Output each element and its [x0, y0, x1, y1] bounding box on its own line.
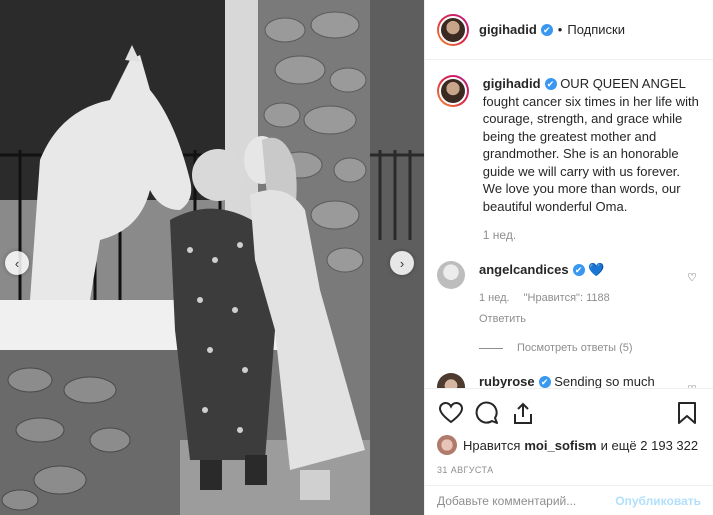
- separator-dot: •: [557, 22, 563, 37]
- likes-summary: Нравится moi_sofism и ещё 2 193 322: [437, 435, 701, 455]
- post-panel: gigihadid ✔ • Подписки gigihadid ✔ OUR QU…: [424, 0, 713, 515]
- comment-composer: Опубликовать: [425, 485, 713, 515]
- verified-icon: ✔: [544, 78, 557, 90]
- carousel-next-button[interactable]: ›: [390, 251, 414, 275]
- view-replies-label: Посмотреть ответы (5): [517, 341, 633, 354]
- caption: gigihadid ✔ OUR QUEEN ANGEL fought cancer…: [437, 75, 701, 245]
- carousel-prev-button[interactable]: ‹: [5, 251, 29, 275]
- verified-icon: ✔: [538, 375, 551, 388]
- post-actions: Нравится moi_sofism и ещё 2 193 322 31 А…: [425, 388, 713, 475]
- comment-input[interactable]: [437, 493, 616, 508]
- comment-likes[interactable]: "Нравится": 1188: [524, 290, 610, 307]
- comment-emoji: 💙: [588, 261, 605, 277]
- post-date[interactable]: 31 АВГУСТА: [437, 465, 701, 475]
- reply-button[interactable]: Ответить: [479, 311, 669, 328]
- chevron-right-icon: ›: [399, 255, 405, 271]
- comment-item: rubyrose✔ Sending so much love ❤️ ♡: [437, 372, 701, 389]
- avatar[interactable]: [437, 13, 469, 46]
- follow-status-button[interactable]: Подписки: [567, 22, 625, 37]
- heart-icon[interactable]: [437, 399, 465, 427]
- post-photo[interactable]: ‹ ›: [0, 0, 424, 515]
- likes-prefix: Нравится: [463, 437, 521, 453]
- caption-text: OUR QUEEN ANGEL fought cancer six times …: [482, 76, 699, 214]
- chevron-left-icon: ‹: [14, 255, 20, 271]
- likes-count[interactable]: и ещё 2 193 322: [601, 438, 698, 453]
- caption-time[interactable]: 1 нед.: [483, 227, 701, 245]
- verified-icon: ✔: [572, 263, 585, 276]
- photo-image: [0, 0, 424, 515]
- like-comment-heart-icon[interactable]: ♡: [687, 271, 697, 284]
- likes-user[interactable]: moi_sofism: [524, 438, 596, 453]
- caption-avatar[interactable]: [437, 75, 469, 107]
- share-icon[interactable]: [509, 399, 537, 427]
- comment-username[interactable]: rubyrose: [479, 374, 535, 389]
- liker-avatar[interactable]: [437, 435, 457, 455]
- comment-username[interactable]: angelcandices: [479, 262, 569, 277]
- bookmark-icon[interactable]: [673, 399, 701, 427]
- commenter-avatar[interactable]: [437, 260, 465, 289]
- comment-icon[interactable]: [473, 399, 501, 427]
- commenter-avatar[interactable]: [437, 372, 465, 388]
- comment-time[interactable]: 1 нед.: [479, 290, 510, 307]
- comment-item: angelcandices ✔ 💙 1 нед. "Нравится": 1188…: [437, 260, 701, 357]
- verified-icon: ✔: [540, 23, 553, 36]
- post-header: gigihadid ✔ • Подписки: [425, 0, 713, 60]
- view-replies-button[interactable]: Посмотреть ответы (5): [479, 340, 669, 357]
- caption-username[interactable]: gigihadid: [483, 76, 541, 91]
- publish-button[interactable]: Опубликовать: [615, 494, 701, 508]
- header-username[interactable]: gigihadid: [479, 22, 537, 37]
- comments-scroll[interactable]: gigihadid ✔ OUR QUEEN ANGEL fought cancer…: [425, 61, 713, 388]
